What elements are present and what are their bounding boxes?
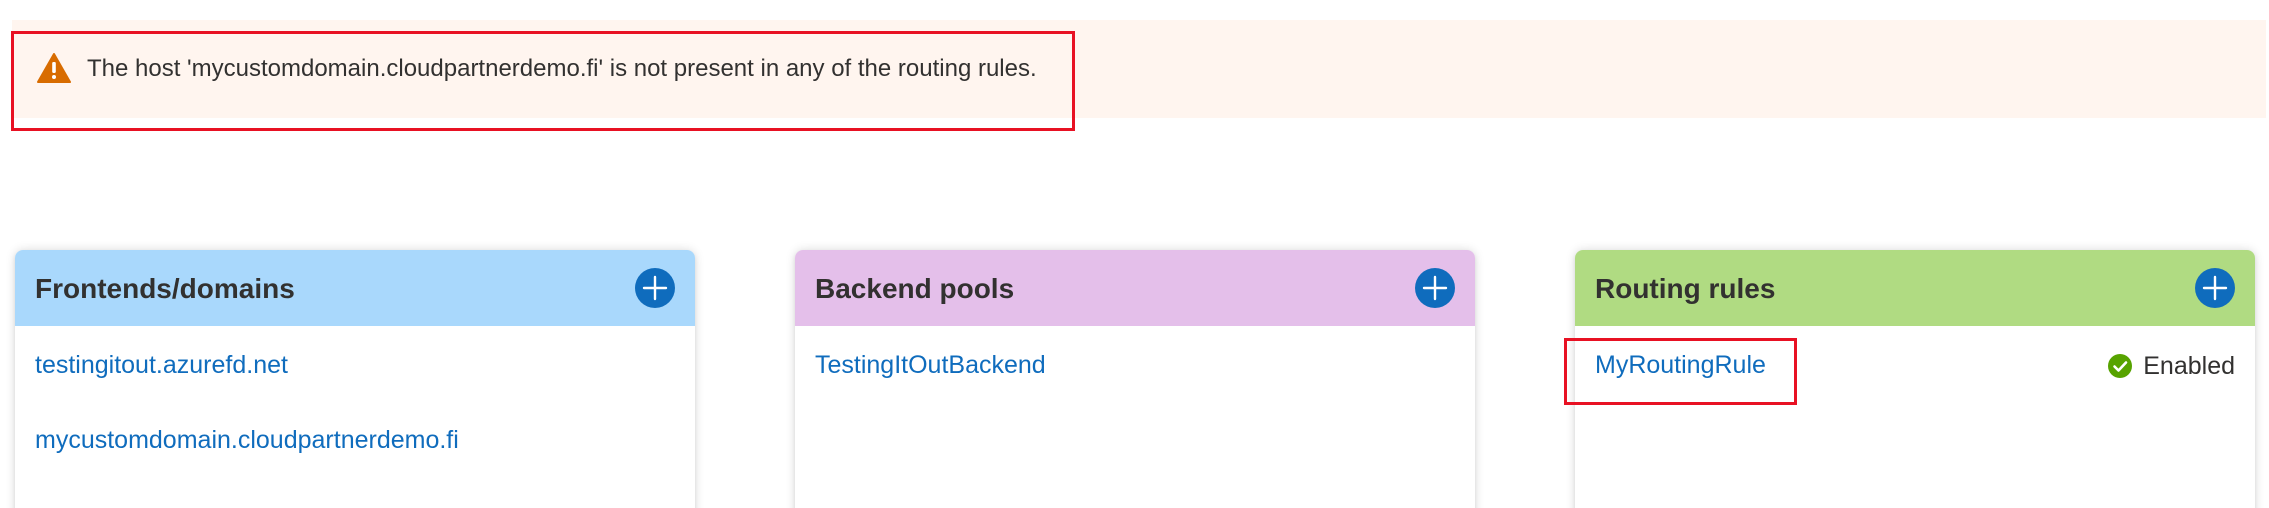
routing-rules-card-title: Routing rules <box>1595 273 1776 304</box>
status-label: Enabled <box>2143 352 2235 380</box>
plus-icon <box>2202 275 2228 301</box>
add-backend-pool-button[interactable] <box>1415 268 1455 308</box>
backend-pools-card-header: Backend pools <box>795 250 1475 326</box>
frontends-card-title: Frontends/domains <box>35 273 295 304</box>
backend-pools-card-title: Backend pools <box>815 273 1015 304</box>
check-circle-icon <box>2108 354 2133 378</box>
routing-rules-card: Routing rules MyRoutingRule Enabled <box>1564 250 2255 508</box>
warning-triangle-icon <box>37 53 71 83</box>
backend-pools-card: Backend pools TestingItOutBackend <box>795 250 1475 508</box>
add-frontend-button[interactable] <box>635 268 675 308</box>
plus-icon <box>1422 275 1448 301</box>
routing-rule-status: Enabled <box>2107 351 2235 381</box>
frontends-card-header: Frontends/domains <box>15 250 695 326</box>
plus-icon <box>642 275 668 301</box>
warning-message: The host 'mycustomdomain.cloudpartnerdem… <box>87 55 1037 82</box>
frontends-card: Frontends/domains testingitout.azurefd.n… <box>15 250 695 508</box>
backend-pool-item-link[interactable]: TestingItOutBackend <box>815 350 1046 380</box>
frontend-item-link[interactable]: mycustomdomain.cloudpartnerdemo.fi <box>35 425 459 455</box>
routing-rule-highlight-box <box>1564 338 1797 405</box>
routing-rules-card-header: Routing rules <box>1575 250 2255 326</box>
frontend-item-link[interactable]: testingitout.azurefd.net <box>35 350 288 380</box>
add-routing-rule-button[interactable] <box>2195 268 2235 308</box>
